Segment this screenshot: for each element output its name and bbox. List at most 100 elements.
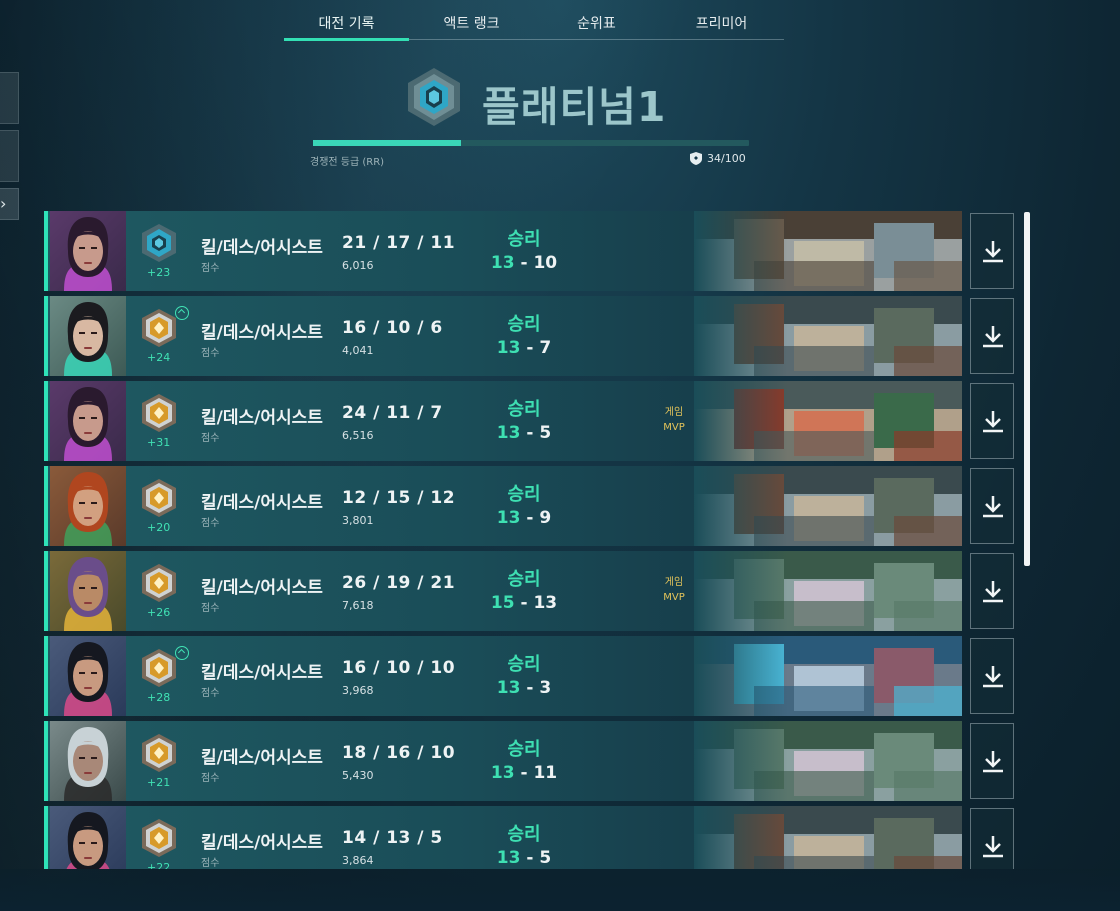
side-panel-button-1[interactable]	[0, 72, 19, 124]
match-row[interactable]: +20 킬/데스/어시스트 12 / 15 / 12 점수 3,801 승리 1…	[44, 466, 962, 546]
kda-label: 킬/데스/어시스트	[201, 663, 323, 683]
tab-match-history[interactable]: 대전 기록	[284, 10, 409, 41]
match-mvp-badge: 게임 MVP	[649, 575, 699, 605]
gold-rank-icon	[140, 393, 178, 433]
rr-label: 경쟁전 등급 (RR)	[310, 157, 385, 168]
team-score: 13	[496, 848, 521, 868]
match-row[interactable]: +28 킬/데스/어시스트 16 / 10 / 10 점수 3,968 승리 1…	[44, 636, 962, 716]
scrollbar[interactable]	[1022, 212, 1032, 872]
map-thumbnail	[694, 806, 962, 869]
score-label: 점수	[201, 263, 220, 274]
rr-change: +23	[147, 266, 171, 279]
agent-portrait	[50, 381, 126, 461]
download-replay-button[interactable]	[970, 553, 1014, 629]
score-label: 점수	[201, 688, 220, 699]
map-thumbnail	[694, 551, 962, 631]
score-separator: -	[526, 423, 540, 443]
team-score: 13	[496, 338, 521, 358]
rank-title: 플래티넘1	[482, 83, 667, 131]
gold-rank-icon	[140, 478, 178, 518]
kda-label: 킬/데스/어시스트	[201, 833, 323, 853]
kda-label: 킬/데스/어시스트	[201, 238, 323, 258]
enemy-score: 3	[539, 678, 552, 698]
scrollbar-thumb[interactable]	[1024, 212, 1030, 566]
side-expand-button[interactable]: ›	[0, 188, 19, 220]
agent-portrait	[50, 806, 126, 869]
map-thumbnail	[694, 721, 962, 801]
combat-score: 6,516	[342, 429, 374, 442]
download-replay-button[interactable]	[970, 723, 1014, 799]
score-separator: -	[526, 848, 540, 868]
rr-value-group: 34/100	[690, 152, 746, 165]
team-score: 13	[496, 678, 521, 698]
rr-progress-fill	[313, 140, 462, 146]
agent-portrait	[50, 296, 126, 376]
team-score: 15	[490, 593, 515, 613]
combat-score: 3,801	[342, 514, 374, 527]
score-separator: -	[520, 593, 534, 613]
rr-change: +28	[147, 691, 171, 704]
round-score: 13 - 5	[474, 848, 574, 868]
combat-score: 5,430	[342, 769, 374, 782]
score-label: 점수	[201, 773, 220, 784]
round-score: 15 - 13	[474, 593, 574, 613]
side-panel-button-2[interactable]	[0, 130, 19, 182]
gold-rank-icon	[140, 563, 178, 603]
platinum-rank-icon	[140, 223, 178, 263]
download-replay-button[interactable]	[970, 298, 1014, 374]
kda-value: 14 / 13 / 5	[342, 828, 443, 848]
rr-change: +26	[147, 606, 171, 619]
combat-score: 4,041	[342, 344, 374, 357]
tab-leaderboard[interactable]: 순위표	[534, 10, 659, 39]
enemy-score: 7	[539, 338, 552, 358]
kda-value: 18 / 16 / 10	[342, 743, 456, 763]
tab-act-rank[interactable]: 액트 랭크	[409, 10, 534, 39]
kda-value: 26 / 19 / 21	[342, 573, 456, 593]
rr-change: +20	[147, 521, 171, 534]
match-mvp-badge: 게임 MVP	[649, 405, 699, 435]
gold-rank-icon	[140, 648, 178, 688]
match-result: 승리	[507, 314, 541, 335]
round-score: 13 - 5	[474, 423, 574, 443]
rr-value: 34/100	[707, 152, 746, 165]
team-score: 13	[496, 423, 521, 443]
map-thumbnail	[694, 296, 962, 376]
rr-change: +24	[147, 351, 171, 364]
bottom-fade	[0, 869, 1120, 911]
chevron-right-icon: ›	[0, 194, 7, 213]
match-row[interactable]: +21 킬/데스/어시스트 18 / 16 / 10 점수 5,430 승리 1…	[44, 721, 962, 801]
match-row[interactable]: +22 킬/데스/어시스트 14 / 13 / 5 점수 3,864 승리 13…	[44, 806, 962, 869]
gold-rank-icon	[140, 818, 178, 858]
agent-portrait	[50, 721, 126, 801]
tab-premier[interactable]: 프리미어	[659, 10, 784, 39]
agent-portrait	[50, 636, 126, 716]
match-row[interactable]: +24 킬/데스/어시스트 16 / 10 / 6 점수 4,041 승리 13…	[44, 296, 962, 376]
download-replay-button[interactable]	[970, 638, 1014, 714]
download-replay-button[interactable]	[970, 383, 1014, 459]
rank-up-icon	[175, 646, 189, 660]
round-score: 13 - 7	[474, 338, 574, 358]
rr-change: +31	[147, 436, 171, 449]
download-replay-button[interactable]	[970, 468, 1014, 544]
combat-score: 6,016	[342, 259, 374, 272]
combat-score: 3,968	[342, 684, 374, 697]
score-label: 점수	[201, 433, 220, 444]
map-thumbnail	[694, 466, 962, 546]
kda-label: 킬/데스/어시스트	[201, 408, 323, 428]
download-replay-button[interactable]	[970, 213, 1014, 289]
match-row[interactable]: +31 킬/데스/어시스트 24 / 11 / 7 점수 6,516 승리 13…	[44, 381, 962, 461]
mvp-label-line1: 게임	[664, 407, 684, 418]
mvp-label-line2: MVP	[663, 592, 685, 603]
download-replay-button[interactable]	[970, 808, 1014, 869]
match-result: 승리	[507, 654, 541, 675]
kda-label: 킬/데스/어시스트	[201, 493, 323, 513]
match-result: 승리	[507, 229, 541, 250]
agent-portrait	[50, 466, 126, 546]
enemy-score: 11	[533, 763, 558, 783]
kda-value: 24 / 11 / 7	[342, 403, 443, 423]
enemy-score: 5	[539, 423, 552, 443]
match-row[interactable]: +26 킬/데스/어시스트 26 / 19 / 21 점수 7,618 승리 1…	[44, 551, 962, 631]
match-result: 승리	[507, 739, 541, 760]
match-row[interactable]: +23 킬/데스/어시스트 21 / 17 / 11 점수 6,016 승리 1…	[44, 211, 962, 291]
kda-label: 킬/데스/어시스트	[201, 578, 323, 598]
